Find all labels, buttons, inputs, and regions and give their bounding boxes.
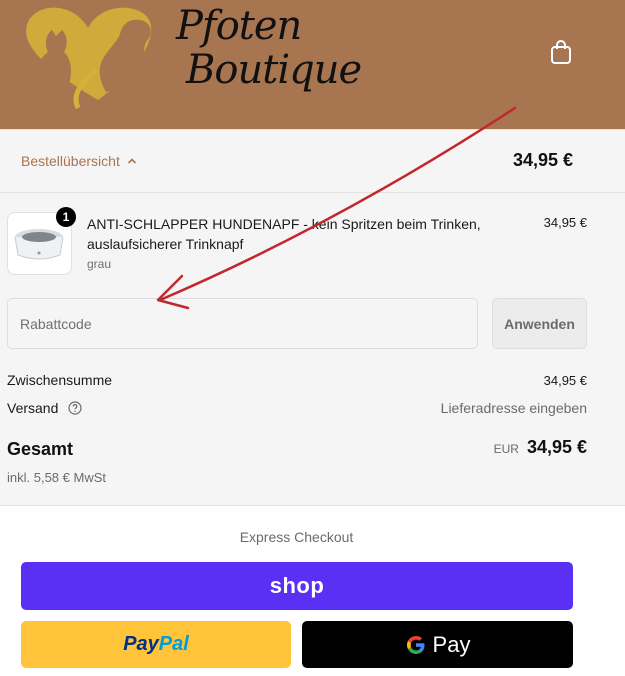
question-circle-icon[interactable]: [68, 401, 82, 415]
tax-note: inkl. 5,58 € MwSt: [7, 470, 106, 485]
google-g-icon: [406, 635, 425, 654]
subtotal-label: Zwischensumme: [7, 372, 113, 388]
order-summary-toggle[interactable]: Bestellübersicht: [21, 153, 138, 169]
brand-logo[interactable]: Pfoten Boutique: [18, 0, 362, 112]
total-currency: EUR: [493, 442, 519, 456]
chevron-up-icon: [127, 158, 136, 164]
summary-total: 34,95 €: [512, 150, 573, 170]
brand-wordmark: Pfoten Boutique: [176, 3, 362, 93]
total-label: Gesamt: [7, 439, 74, 459]
product-name: ANTI-SCHLAPPER HUNDENAPF - kein Spritzen…: [87, 216, 481, 252]
brand-line2: Boutique: [186, 47, 362, 93]
quantity-badge: 1: [56, 207, 76, 227]
shipping-label: Versand: [7, 400, 59, 416]
paypal-button[interactable]: PayPal: [21, 621, 291, 668]
discount-code-input[interactable]: [7, 298, 478, 349]
paypal-logo-part2: Pal: [158, 633, 189, 655]
pet-silhouette-icon: [26, 7, 152, 110]
paypal-logo: PayPal: [123, 633, 189, 656]
order-details: 1 ANTI-SCHLAPPER HUNDENAPF - kein Spritz…: [0, 193, 625, 506]
cart-button[interactable]: [548, 38, 574, 66]
shipping-value: Lieferadresse eingeben: [440, 400, 587, 416]
paypal-logo-part1: Pay: [123, 633, 159, 655]
order-summary-bar: Bestellübersicht 34,95 €: [0, 129, 625, 193]
shopping-bag-icon: [551, 40, 571, 64]
product-variant: grau: [87, 257, 112, 271]
total-amount: 34,95 €: [526, 437, 587, 457]
order-summary-label: Bestellübersicht: [21, 153, 120, 169]
total-value-group: EUR 34,95 €: [494, 437, 587, 458]
site-header: Pfoten Boutique: [0, 0, 625, 129]
google-pay-label: Pay: [432, 631, 471, 657]
subtotal-value: 34,95 €: [543, 373, 587, 388]
shop-pay-label: shop: [269, 573, 325, 598]
product-thumbnail: 1: [7, 207, 76, 275]
google-pay-button[interactable]: Pay: [302, 621, 573, 668]
shop-pay-button[interactable]: shop: [21, 562, 573, 610]
express-checkout-title: Express Checkout: [239, 529, 354, 545]
brand-line1: Pfoten: [176, 3, 302, 49]
apply-discount-button[interactable]: Anwenden: [492, 298, 587, 349]
product-price: 34,95 €: [543, 215, 587, 230]
shipping-row-label: Versand: [7, 400, 82, 416]
